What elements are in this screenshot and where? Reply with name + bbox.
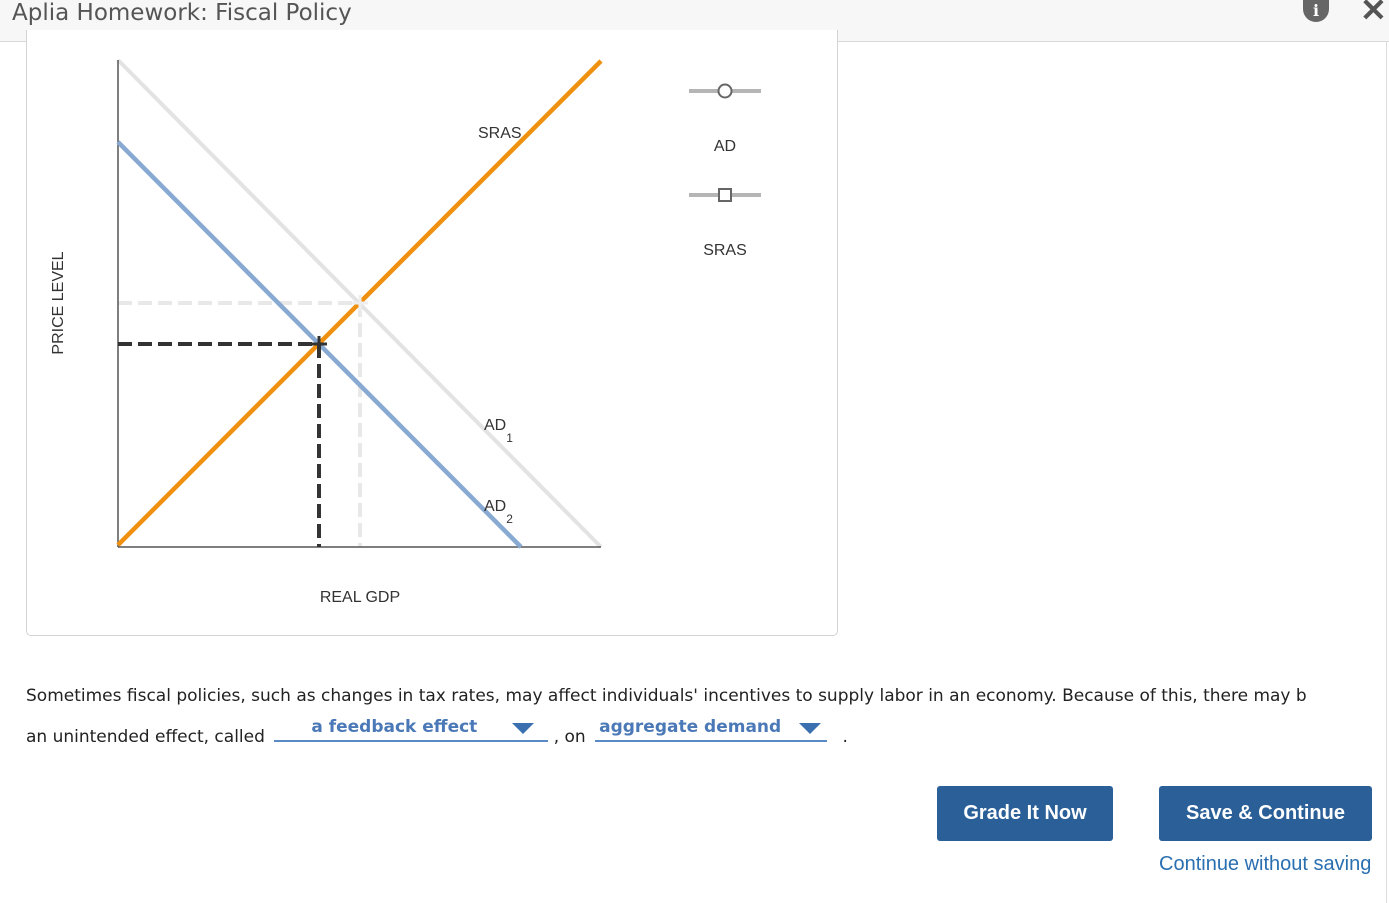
- y-axis-label: PRICE LEVEL: [50, 251, 67, 355]
- window-title: Aplia Homework: Fiscal Policy: [12, 0, 352, 26]
- dropdown-caret-icon: [512, 723, 535, 734]
- graph-panel: SRAS AD1 AD2 REAL GDP AD SRAS PRICE LEVE…: [26, 30, 838, 636]
- sras-curve-label: SRAS: [478, 125, 522, 142]
- legend-sras-label: SRAS: [703, 242, 747, 259]
- panel-divider: [1386, 41, 1387, 903]
- x-axis-label: REAL GDP: [320, 589, 400, 606]
- square-marker-icon: [718, 188, 732, 202]
- dropdown-caret-icon: [799, 723, 822, 734]
- question-mid-text: , on: [553, 727, 586, 747]
- ad1-curve-label: AD1: [484, 417, 513, 445]
- save-continue-button[interactable]: Save & Continue: [1159, 786, 1372, 841]
- info-icon[interactable]: i: [1303, 0, 1329, 22]
- continue-without-saving-link[interactable]: Continue without saving: [1159, 853, 1371, 876]
- legend-sras-tool[interactable]: [689, 188, 761, 202]
- circle-marker-icon: [717, 83, 733, 99]
- question-end-text: .: [842, 727, 848, 747]
- legend-ad-tool[interactable]: [689, 83, 761, 99]
- ad-as-graph: SRAS AD1 AD2 REAL GDP AD SRAS: [116, 58, 761, 606]
- question-line-1: Sometimes fiscal policies, such as chang…: [26, 686, 1307, 706]
- demand-side-dropdown[interactable]: aggregate demand: [595, 714, 828, 742]
- question-line-2: an unintended effect, called a feedback …: [26, 714, 1386, 755]
- legend-ad-label: AD: [714, 138, 736, 155]
- grade-it-now-button[interactable]: Grade It Now: [937, 786, 1113, 841]
- question-text: Sometimes fiscal policies, such as chang…: [26, 678, 1386, 755]
- feedback-effect-dropdown[interactable]: a feedback effect: [274, 714, 549, 742]
- close-icon[interactable]: ✕: [1360, 0, 1387, 26]
